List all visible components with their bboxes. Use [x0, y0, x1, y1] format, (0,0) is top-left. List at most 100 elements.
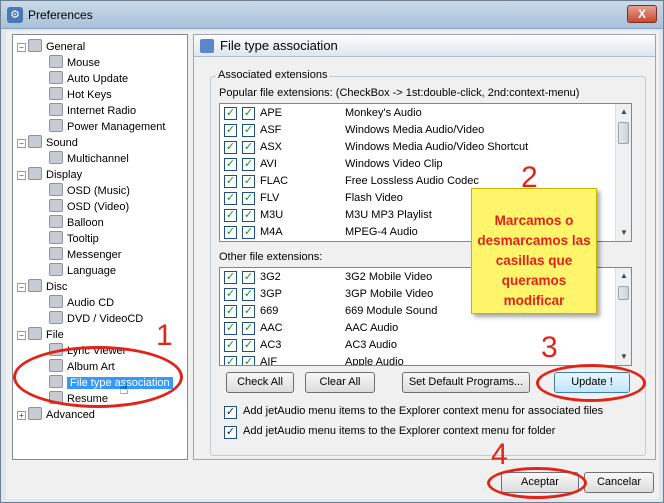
expand-toggle-icon[interactable]: −	[17, 331, 26, 340]
tree-item-label: Audio CD	[67, 297, 115, 309]
double-click-checkbox[interactable]: ✓	[224, 271, 237, 284]
context-menu-checkbox[interactable]: ✓	[242, 209, 255, 222]
extension-description: MPEG-4 Audio	[345, 226, 418, 238]
tree-item[interactable]: − File	[17, 327, 64, 343]
tree-item[interactable]: Language	[49, 263, 116, 279]
context-menu-checkbox[interactable]: ✓	[242, 107, 255, 120]
cancel-button[interactable]: Cancelar	[584, 472, 654, 493]
tree-item[interactable]: Multichannel	[49, 151, 129, 167]
scroll-down-icon[interactable]: ▼	[616, 225, 631, 241]
expand-toggle-icon[interactable]: −	[17, 171, 26, 180]
close-button[interactable]: X	[627, 5, 657, 23]
app-icon: ⚙	[7, 7, 23, 23]
double-click-checkbox[interactable]: ✓	[224, 356, 237, 365]
tree-item[interactable]: + Advanced	[17, 407, 95, 423]
context-menu-checkbox[interactable]: ✓	[242, 339, 255, 352]
tree-node-icon	[49, 151, 63, 164]
extension-description: Apple Audio	[345, 356, 404, 366]
expand-toggle-icon[interactable]: −	[17, 43, 26, 52]
set-default-programs-button[interactable]: Set Default Programs...	[402, 372, 530, 393]
context-menu-checkbox[interactable]: ✓	[242, 322, 255, 335]
tree-item[interactable]: Power Management	[49, 119, 165, 135]
extension-description: Flash Video	[345, 192, 403, 204]
scroll-thumb[interactable]	[618, 122, 629, 144]
double-click-checkbox[interactable]: ✓	[224, 107, 237, 120]
double-click-checkbox[interactable]: ✓	[224, 288, 237, 301]
list-item[interactable]: ✓ ✓ APE Monkey's Audio	[220, 105, 615, 122]
context-menu-checkbox[interactable]: ✓	[242, 124, 255, 137]
expand-toggle-icon[interactable]: −	[17, 283, 26, 292]
scroll-thumb[interactable]	[618, 286, 629, 300]
context-menu-checkbox[interactable]: ✓	[242, 356, 255, 365]
scroll-up-icon[interactable]: ▲	[616, 268, 631, 284]
extension-name: M3U	[260, 209, 284, 221]
tree-item[interactable]: Auto Update	[49, 71, 128, 87]
tree-item[interactable]: OSD (Music)	[49, 183, 130, 199]
double-click-checkbox[interactable]: ✓	[224, 226, 237, 239]
context-menu-checkbox[interactable]: ✓	[242, 175, 255, 188]
preferences-window: ⚙ Preferences X − General Mouse Auto Update…	[0, 0, 664, 503]
tree-item[interactable]: Mouse	[49, 55, 100, 71]
tree-node-icon	[49, 263, 63, 276]
option2-checkbox[interactable]: ✓	[224, 426, 237, 439]
double-click-checkbox[interactable]: ✓	[224, 141, 237, 154]
tree-item[interactable]: DVD / VideoCD	[49, 311, 143, 327]
context-menu-checkbox[interactable]: ✓	[242, 192, 255, 205]
tree-item[interactable]: Balloon	[49, 215, 104, 231]
double-click-checkbox[interactable]: ✓	[224, 158, 237, 171]
tree-node-icon	[28, 39, 42, 52]
extension-description: AC3 Audio	[345, 339, 397, 351]
tree-item[interactable]: − Display	[17, 167, 82, 183]
list-item[interactable]: ✓ ✓ ASX Windows Media Audio/Video Shortcut	[220, 139, 615, 156]
tree-item[interactable]: − General	[17, 39, 85, 55]
extension-description: Free Lossless Audio Codec	[345, 175, 479, 187]
context-menu-checkbox[interactable]: ✓	[242, 226, 255, 239]
extension-description: 3GP Mobile Video	[345, 288, 434, 300]
option-folder[interactable]: ✓ Add jetAudio menu items to the Explore…	[219, 425, 639, 441]
double-click-checkbox[interactable]: ✓	[224, 305, 237, 318]
double-click-checkbox[interactable]: ✓	[224, 339, 237, 352]
scroll-up-icon[interactable]: ▲	[616, 104, 631, 120]
extension-name: AVI	[260, 158, 277, 170]
tree-item[interactable]: − Sound	[17, 135, 78, 151]
double-click-checkbox[interactable]: ✓	[224, 322, 237, 335]
tree-item[interactable]: − Disc	[17, 279, 67, 295]
double-click-checkbox[interactable]: ✓	[224, 209, 237, 222]
double-click-checkbox[interactable]: ✓	[224, 175, 237, 188]
popular-scrollbar[interactable]: ▲ ▼	[615, 104, 631, 241]
tree-item-label: DVD / VideoCD	[67, 313, 144, 325]
double-click-checkbox[interactable]: ✓	[224, 192, 237, 205]
clear-all-button[interactable]: Clear All	[305, 372, 375, 393]
panel-header: File type association	[194, 35, 655, 57]
list-item[interactable]: ✓ ✓ ASF Windows Media Audio/Video	[220, 122, 615, 139]
check-all-button[interactable]: Check All	[226, 372, 294, 393]
tree-item[interactable]: Internet Radio	[49, 103, 136, 119]
expand-toggle-icon[interactable]: −	[17, 139, 26, 148]
other-scrollbar[interactable]: ▲ ▼	[615, 268, 631, 365]
extension-name: ASF	[260, 124, 282, 136]
list-item[interactable]: ✓ ✓ AVI Windows Video Clip	[220, 156, 615, 173]
tree-node-icon	[49, 231, 63, 244]
tree-item[interactable]: Messenger	[49, 247, 121, 263]
tree-item[interactable]: Audio CD	[49, 295, 114, 311]
context-menu-checkbox[interactable]: ✓	[242, 158, 255, 171]
tree-node-icon	[49, 215, 63, 228]
option-associated-files[interactable]: ✓ Add jetAudio menu items to the Explore…	[219, 405, 639, 421]
tree-item[interactable]: OSD (Video)	[49, 199, 129, 215]
double-click-checkbox[interactable]: ✓	[224, 124, 237, 137]
scroll-down-icon[interactable]: ▼	[616, 349, 631, 365]
other-label: Other file extensions:	[219, 251, 323, 263]
expand-toggle-icon[interactable]: +	[17, 411, 26, 420]
tree-item[interactable]: Tooltip	[49, 231, 99, 247]
context-menu-checkbox[interactable]: ✓	[242, 288, 255, 301]
tree-item-label: Display	[46, 169, 83, 181]
context-menu-checkbox[interactable]: ✓	[242, 305, 255, 318]
tree-item-label: Balloon	[67, 217, 104, 229]
option1-checkbox[interactable]: ✓	[224, 406, 237, 419]
context-menu-checkbox[interactable]: ✓	[242, 141, 255, 154]
tree-item-label: Language	[67, 265, 116, 277]
title-bar[interactable]: ⚙ Preferences X	[1, 1, 663, 29]
tree-item-label: Disc	[46, 281, 68, 293]
tree-item[interactable]: Hot Keys	[49, 87, 112, 103]
context-menu-checkbox[interactable]: ✓	[242, 271, 255, 284]
